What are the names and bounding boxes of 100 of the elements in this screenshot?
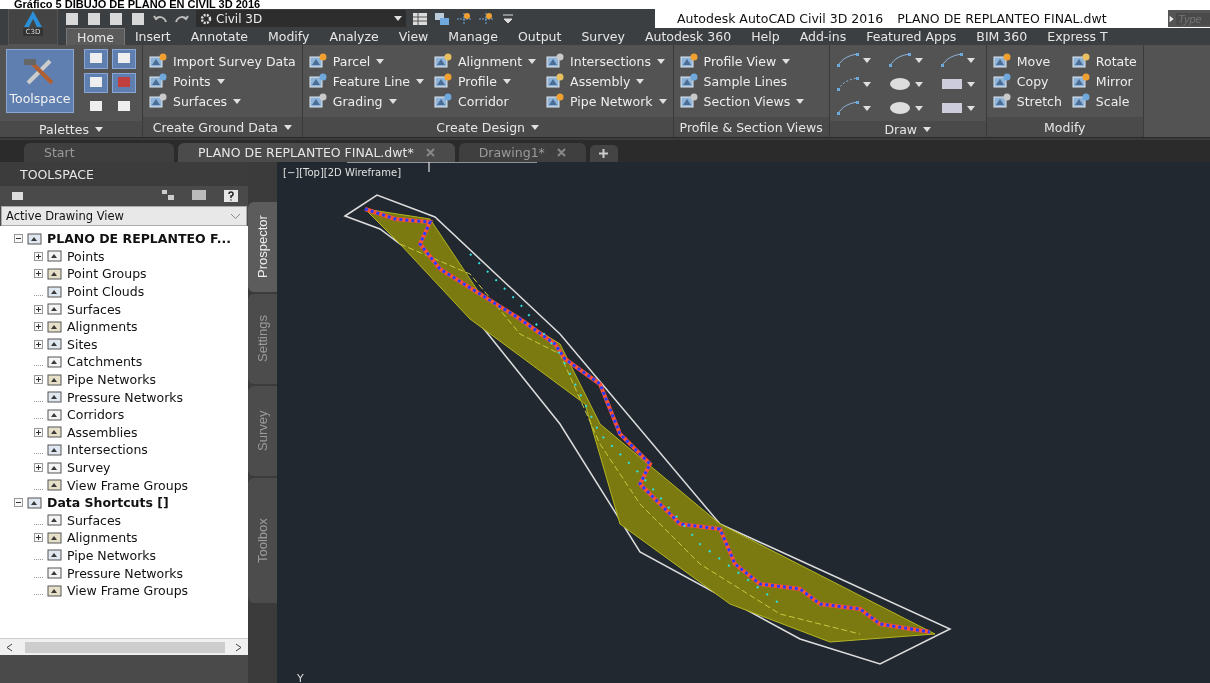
tree-item[interactable]: Corridors — [67, 407, 125, 423]
node-icon — [27, 231, 43, 246]
tree-item[interactable]: Pressure Networks — [67, 565, 184, 581]
ribbon-command[interactable]: Alignment — [434, 51, 537, 71]
tree-item[interactable]: Surfaces — [67, 512, 122, 528]
ribbon-tab[interactable]: Insert — [124, 28, 181, 45]
layers-icon[interactable] — [434, 11, 450, 26]
expand-icon[interactable] — [34, 339, 43, 349]
expand-icon[interactable] — [34, 251, 43, 261]
tree-item[interactable]: View Frame Groups — [67, 583, 189, 599]
expand-icon[interactable] — [34, 322, 43, 332]
side-tab[interactable]: Prospector — [248, 202, 277, 292]
table-icon[interactable] — [412, 11, 428, 26]
tree-item[interactable]: Sites — [67, 336, 98, 352]
expand-icon[interactable] — [34, 533, 43, 543]
ribbon-tab[interactable]: Annotate — [180, 28, 258, 45]
ribbon-command[interactable]: Mirror — [1071, 71, 1137, 91]
tree-item[interactable]: Surfaces — [67, 301, 122, 317]
close-icon[interactable] — [556, 148, 566, 157]
document-tab[interactable]: PLANO DE REPLANTEO FINAL.dwt* — [178, 143, 455, 162]
node-icon — [47, 337, 63, 352]
tree-item[interactable]: Survey — [67, 460, 111, 475]
tree-item[interactable]: Point Clouds — [67, 284, 145, 300]
tree-item[interactable]: Points — [67, 248, 105, 264]
tree-item[interactable]: Point Groups — [67, 266, 147, 282]
panel-title[interactable]: Profile & Section Views — [673, 117, 829, 137]
ribbon-command[interactable]: Move — [992, 51, 1062, 71]
tree-item[interactable]: Pipe Networks — [67, 548, 157, 563]
palette-button[interactable] — [112, 49, 136, 69]
ribbon-command[interactable]: Profile View — [679, 51, 805, 71]
ribbon-tab[interactable]: Output — [508, 28, 572, 45]
ribbon-command[interactable]: Feature Line — [308, 71, 425, 91]
ribbon-tab[interactable]: Autodesk 360 — [634, 28, 742, 45]
ribbon-command[interactable]: Assembly — [546, 71, 667, 91]
ribbon-tab[interactable]: Home — [66, 28, 125, 45]
ribbon-command[interactable]: Section Views — [679, 91, 805, 111]
tree-item[interactable]: Pipe Networks — [67, 372, 157, 388]
tree-view-icon[interactable] — [162, 190, 174, 200]
ribbon-tab[interactable]: Add-ins — [789, 28, 857, 45]
ribbon-command[interactable]: Pipe Network — [546, 91, 667, 111]
horizontal-scrollbar[interactable] — [0, 638, 248, 655]
tree-item[interactable]: View Frame Groups — [67, 477, 189, 493]
expand-icon[interactable] — [34, 375, 43, 385]
ribbon-command[interactable]: Import Survey Data — [149, 51, 296, 71]
collapse-icon[interactable] — [14, 498, 23, 508]
panel-title[interactable]: Create Design — [302, 117, 673, 137]
panel-title[interactable]: Draw — [829, 121, 986, 137]
ribbon-command[interactable]: Sample Lines — [679, 71, 805, 91]
point-icon[interactable] — [456, 11, 472, 26]
ribbon-tab[interactable]: Modify — [258, 28, 320, 45]
drawing-icon[interactable] — [12, 191, 24, 201]
ribbon-tab[interactable]: Analyze — [319, 28, 389, 45]
workspace-dropdown[interactable]: Civil 3D — [196, 10, 406, 27]
close-icon[interactable] — [425, 148, 435, 157]
new-tab-button[interactable] — [589, 145, 618, 162]
expand-icon[interactable] — [34, 304, 43, 314]
viewport-label[interactable]: [−][Top][2D Wireframe] — [283, 167, 402, 178]
ribbon-tab[interactable]: Manage — [438, 28, 508, 45]
palette-button[interactable] — [84, 73, 108, 93]
document-tab[interactable]: Start — [24, 143, 174, 162]
palette-button[interactable] — [84, 49, 108, 69]
toolspace-button[interactable]: Toolspace — [6, 49, 74, 113]
customize-icon[interactable] — [500, 11, 516, 26]
panel-title[interactable]: Create Ground Data — [143, 117, 302, 137]
ribbon-command[interactable]: Stretch — [992, 91, 1062, 111]
collapse-icon[interactable] — [14, 234, 23, 244]
ribbon-tab[interactable]: Express T — [1037, 28, 1118, 45]
ribbon-command[interactable]: Rotate — [1071, 51, 1137, 71]
tree-item[interactable]: Intersections — [67, 442, 148, 458]
ribbon-tab[interactable]: Help — [741, 28, 790, 45]
ribbon-command[interactable]: Points — [149, 71, 296, 91]
ribbon-command[interactable]: Parcel — [308, 51, 425, 71]
tree-item[interactable]: PLANO DE REPLANTEO F... — [47, 231, 231, 247]
tree-item[interactable]: Catchments — [67, 354, 143, 370]
point-icon[interactable] — [478, 11, 494, 26]
tree-item[interactable]: Pressure Networks — [67, 389, 184, 405]
ribbon-tab[interactable]: View — [388, 28, 439, 45]
tree-item[interactable]: Alignments — [67, 530, 138, 546]
expand-icon[interactable] — [34, 269, 43, 279]
ribbon-command[interactable]: Surfaces — [149, 91, 296, 111]
expand-icon[interactable] — [34, 427, 43, 437]
ribbon-command[interactable]: Scale — [1071, 91, 1137, 111]
ribbon-command[interactable]: Intersections — [546, 51, 667, 71]
document-tab[interactable]: Drawing1* — [458, 143, 586, 162]
view-dropdown[interactable]: Active Drawing View — [1, 206, 247, 226]
expand-icon[interactable] — [34, 463, 43, 472]
tree-item[interactable]: Assemblies — [67, 424, 138, 440]
ribbon-tab[interactable]: BIM 360 — [966, 28, 1038, 45]
ribbon-command[interactable]: Corridor — [434, 91, 537, 111]
ribbon-command[interactable]: Copy — [992, 71, 1062, 91]
panel-title[interactable]: Modify — [986, 117, 1143, 137]
ribbon-command[interactable]: Profile — [434, 71, 537, 91]
ribbon-tab[interactable]: Survey — [571, 28, 635, 45]
tree-item[interactable]: Alignments — [67, 319, 138, 335]
ribbon-command[interactable]: Grading — [308, 91, 425, 111]
tree-item[interactable]: Data Shortcuts [] — [47, 495, 169, 511]
hatch-icon — [939, 100, 964, 116]
help-icon[interactable] — [224, 190, 238, 202]
ribbon-tab[interactable]: Featured Apps — [856, 28, 967, 45]
panel-title[interactable]: Palettes — [0, 121, 142, 137]
